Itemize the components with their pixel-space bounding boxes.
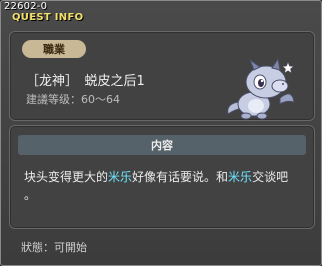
- quest-id: 22602-0: [4, 1, 48, 12]
- recommended-level: 建議等级：60～64: [26, 93, 120, 106]
- quest-status: 狀態：可開始: [21, 241, 87, 254]
- quest-summary-panel: 職業 ［龙神］ 蜕皮之后1 建議等级：60～64: [9, 31, 315, 121]
- quest-description: 块头变得更大的米乐好像有话要说。和米乐交谈吧。: [24, 168, 304, 204]
- content-header: 内容: [18, 135, 306, 155]
- quest-name: ［龙神］ 蜕皮之后1: [26, 74, 145, 89]
- description-text: 交谈吧: [252, 170, 289, 184]
- window-title: QUEST INFO: [12, 12, 84, 23]
- baby-dragon-icon: [227, 58, 295, 120]
- npc-name-highlight: 米乐: [228, 170, 253, 184]
- quest-info-window: 22602-0 QUEST INFO 職業 ［龙神］ 蜕皮之后1 建議等级：60…: [0, 0, 322, 266]
- description-text: 好像有话要说。和: [132, 170, 229, 184]
- description-text: 。: [24, 188, 37, 202]
- job-tag: 職業: [22, 40, 86, 58]
- description-text: 块头变得更大的: [24, 170, 109, 184]
- quest-content-panel: 内容 块头变得更大的米乐好像有话要说。和米乐交谈吧。: [9, 125, 315, 229]
- npc-name-highlight: 米乐: [108, 170, 133, 184]
